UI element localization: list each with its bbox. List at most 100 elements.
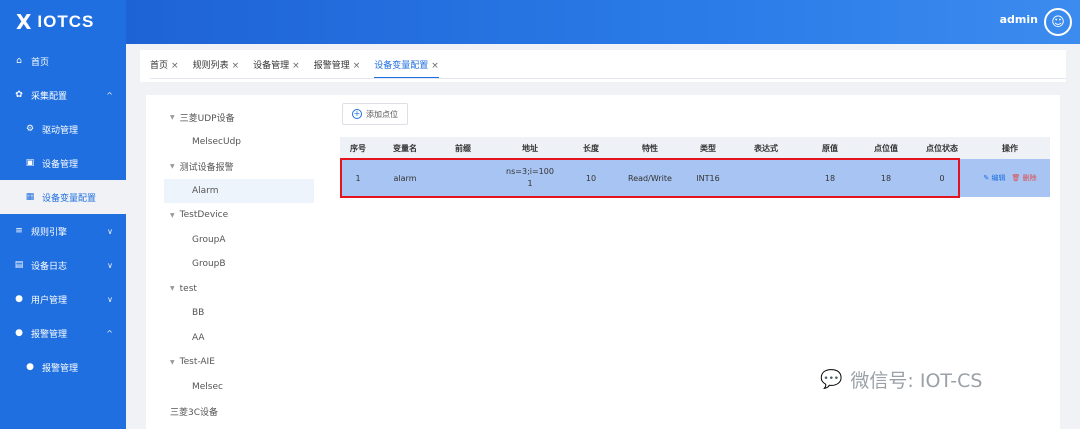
tree-node[interactable]: ▼ 三菱UDP设备 (164, 105, 314, 130)
close-icon[interactable]: × (232, 61, 240, 71)
tab-label: 首页 (150, 61, 169, 71)
tree-node[interactable]: AA (164, 326, 314, 351)
tab-device-variable-config[interactable]: 设备变量配置 × (374, 58, 439, 79)
tree-node[interactable]: GroupA (164, 228, 314, 253)
cell-length: 10 (585, 173, 597, 183)
cell-point-status: 0 (939, 173, 945, 183)
column-header: 表达式 (754, 143, 778, 153)
tree-node-label: 测试设备报警 (179, 162, 234, 173)
tree-node-label: GroupA (192, 234, 226, 245)
sidebar-item-home[interactable]: ⌂ 首页 (0, 44, 126, 78)
tree-node[interactable]: MelsecUdp (164, 130, 314, 155)
sidebar-item-device-management[interactable]: ▣ 设备管理 (0, 146, 126, 180)
tab-home[interactable]: 首页 × (150, 58, 179, 79)
tree-node[interactable]: GroupB (164, 252, 314, 277)
tree-node-label: GroupB (192, 259, 226, 270)
column-header: 操作 (1002, 143, 1018, 153)
column-header: 序号 (350, 143, 366, 153)
tree-node[interactable]: ▼ 测试设备报警 (164, 154, 314, 179)
sidebar-item-label: 报警管理 (42, 363, 79, 374)
tree-node[interactable]: ▼ test (164, 277, 314, 302)
watermark-text: 微信号: IOT-CS (850, 370, 983, 392)
tree-node-label: AA (192, 332, 205, 343)
sidebar-item-alarm-management-sub[interactable]: ● 报警管理 (0, 350, 126, 384)
sidebar-item-label: 采集配置 (31, 91, 68, 102)
address-line: ns=3;i=100 (506, 167, 554, 176)
column-header: 地址 (522, 143, 538, 153)
close-icon[interactable]: × (353, 61, 361, 71)
close-icon[interactable]: × (171, 61, 179, 71)
table-row[interactable]: 1 alarm ns=3;i=100 1 10 Read/Write INT16… (340, 159, 1050, 197)
home-icon: ⌂ (16, 56, 22, 66)
logo-text: IOTCS (37, 12, 95, 31)
cell-point-value: 18 (880, 173, 892, 183)
tree-node[interactable]: ▼ TestDevice (164, 203, 314, 228)
avatar[interactable]: ☺ (1044, 8, 1072, 36)
grid-icon: ▦ (25, 192, 35, 202)
cell-actions: ✎ 编辑 🗑 删除 (970, 173, 1050, 183)
sidebar-item-label: 用户管理 (31, 295, 68, 306)
tab-device-management[interactable]: 设备管理 × (253, 58, 300, 79)
sidebar-item-label: 报警管理 (31, 329, 68, 340)
column-header: 特性 (642, 143, 658, 153)
add-point-label: 添加点位 (366, 109, 398, 119)
column-header: 前缀 (455, 143, 471, 153)
tree-node[interactable]: 三菱3C设备 (164, 399, 314, 424)
cell-name: alarm (393, 173, 417, 183)
edit-icon: ✎ (983, 174, 990, 182)
sidebar: X IOTCS ⌂ 首页 ✿ 采集配置 ^ ⚙ 驱动管理 ▣ 设备管理 ▦ 设备… (0, 0, 126, 429)
caret-down-icon: ▼ (170, 162, 175, 170)
sidebar-item-collection-config[interactable]: ✿ 采集配置 ^ (0, 78, 126, 112)
edit-button[interactable]: ✎ 编辑 (983, 173, 1005, 183)
tab-label: 报警管理 (313, 61, 350, 71)
sidebar-item-label: 首页 (31, 57, 50, 68)
add-point-button[interactable]: + 添加点位 (342, 103, 408, 125)
cell-type: INT16 (696, 173, 720, 183)
sidebar-item-label: 规则引擎 (31, 227, 68, 238)
column-header: 点位状态 (926, 143, 958, 153)
tabs-divider (150, 78, 1066, 79)
avatar-icon: ☺ (1051, 14, 1065, 30)
sidebar-item-user-management[interactable]: ● 用户管理 ∨ (0, 282, 126, 316)
gear-icon: ✿ (15, 90, 23, 100)
sidebar-item-rule-engine[interactable]: ≡ 规则引擎 ∨ (0, 214, 126, 248)
tree-node[interactable]: ▼ Test-AIE (164, 350, 314, 375)
delete-button[interactable]: 🗑 删除 (1011, 173, 1036, 183)
cell-address: ns=3;i=100 1 (492, 166, 568, 190)
tree-node-label: TestDevice (179, 210, 229, 221)
sidebar-item-device-variable-config[interactable]: ▦ 设备变量配置 (0, 180, 126, 214)
chevron-up-icon: ^ (106, 328, 113, 338)
tree-node-selected[interactable]: Alarm (164, 178, 314, 203)
address-line: 1 (527, 179, 533, 188)
column-header: 原值 (822, 143, 838, 153)
tree-node-label: Alarm (192, 185, 219, 196)
tree-node-label: MelsecUdp (192, 136, 241, 147)
column-header: 类型 (700, 143, 716, 153)
cell-raw-value: 18 (824, 173, 836, 183)
app-logo[interactable]: X IOTCS (0, 0, 126, 44)
close-icon[interactable]: × (431, 61, 439, 71)
close-icon[interactable]: × (292, 61, 300, 71)
sidebar-item-alarm-management[interactable]: ● 报警管理 ^ (0, 316, 126, 350)
tree-node-label: 三菱3C设备 (170, 407, 219, 418)
tree-node[interactable]: BB (164, 301, 314, 326)
column-header: 变量名 (393, 143, 417, 153)
column-header: 长度 (583, 143, 599, 153)
tabs-bar: 首页 × 规则列表 × 设备管理 × 报警管理 × 设备变量配置 × (140, 50, 1066, 82)
edit-label: 编辑 (991, 174, 1006, 182)
user-icon: ● (15, 294, 23, 304)
sidebar-item-driver-management[interactable]: ⚙ 驱动管理 (0, 112, 126, 146)
chevron-down-icon: ∨ (107, 260, 113, 270)
sidebar-item-label: 设备管理 (42, 159, 79, 170)
sidebar-item-device-log[interactable]: ▤ 设备日志 ∨ (0, 248, 126, 282)
top-header: admin ☺ (126, 0, 1080, 44)
tab-alarm-management[interactable]: 报警管理 × (314, 58, 361, 79)
sidebar-item-label: 驱动管理 (42, 125, 79, 136)
column-header: 点位值 (874, 143, 898, 153)
tree-node[interactable]: Melsec (164, 375, 314, 400)
username[interactable]: admin (1000, 13, 1038, 26)
tab-rule-list[interactable]: 规则列表 × (193, 58, 240, 79)
variable-table: 序号 变量名 前缀 地址 长度 特性 类型 表达式 原值 点位值 点位状态 操作… (340, 137, 1050, 197)
caret-down-icon: ▼ (170, 358, 175, 366)
sidebar-item-label: 设备变量配置 (42, 193, 97, 204)
